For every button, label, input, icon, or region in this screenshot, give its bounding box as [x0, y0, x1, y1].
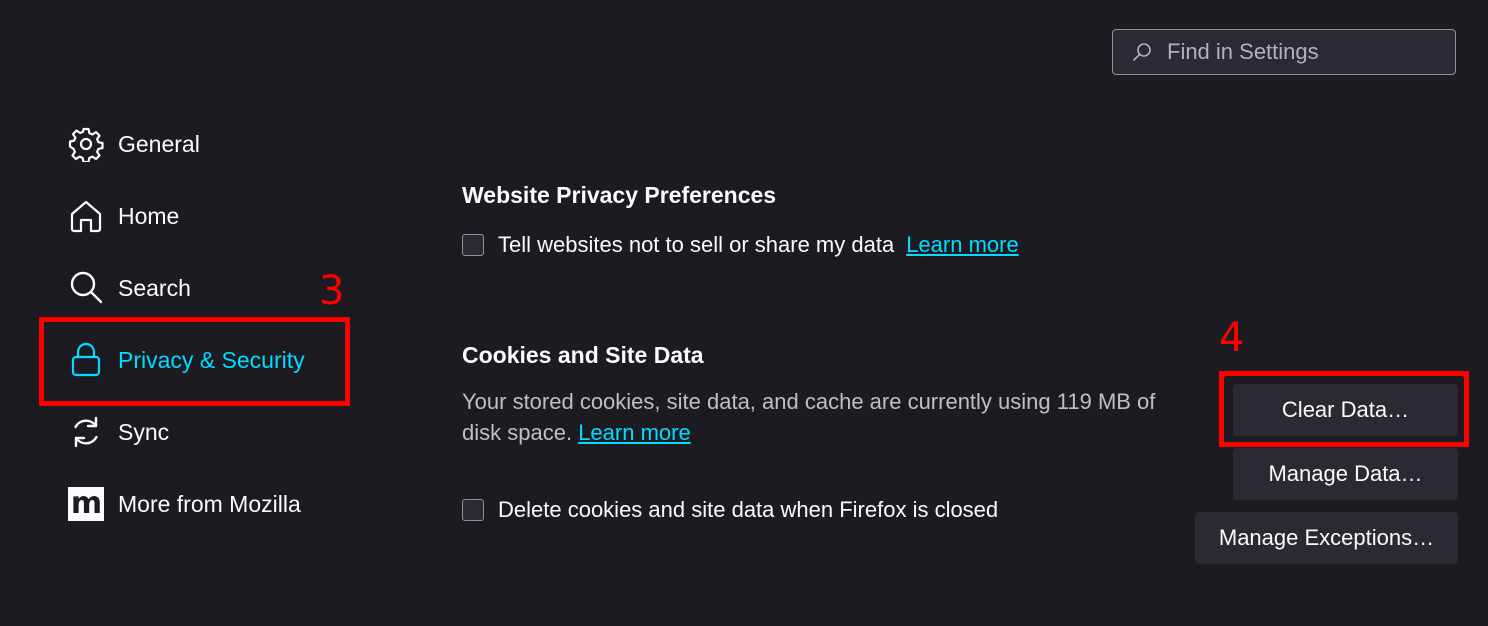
sidebar-item-label: Home — [118, 202, 180, 229]
manage-exceptions-button[interactable]: Manage Exceptions… — [1195, 512, 1458, 564]
sidebar-item-label: Sync — [118, 418, 170, 445]
sidebar-item-label: More from Mozilla — [118, 490, 301, 517]
cookies-description: Your stored cookies, site data, and cach… — [462, 386, 1182, 448]
sidebar-item-label: Search — [118, 274, 191, 301]
sidebar-item-sync[interactable]: Sync — [68, 412, 169, 452]
sidebar-item-general[interactable]: General — [68, 124, 200, 164]
do-not-sell-row: Tell websites not to sell or share my da… — [462, 232, 1019, 258]
sidebar-item-more-from-mozilla[interactable]: m More from Mozilla — [68, 484, 301, 524]
cookies-usage-text: Your stored cookies, site data, and cach… — [462, 389, 1156, 445]
delete-cookies-on-close-checkbox[interactable] — [462, 499, 484, 521]
settings-search-box[interactable] — [1112, 29, 1456, 75]
annotation-step-number: 4 — [1219, 315, 1245, 361]
gear-icon — [68, 126, 104, 162]
learn-more-link[interactable]: Learn more — [578, 420, 691, 445]
delete-cookies-on-close-row: Delete cookies and site data when Firefo… — [462, 497, 998, 523]
sidebar-item-home[interactable]: Home — [68, 196, 179, 236]
section-heading-website-privacy: Website Privacy Preferences — [462, 182, 777, 208]
search-icon — [68, 270, 104, 306]
home-icon — [68, 198, 104, 234]
search-input[interactable] — [1167, 39, 1437, 65]
sync-icon — [68, 414, 104, 450]
sidebar-item-search[interactable]: Search — [68, 268, 191, 308]
annotation-step-number: 3 — [319, 268, 345, 314]
sidebar-item-privacy-security[interactable]: Privacy & Security — [68, 340, 305, 380]
learn-more-link[interactable]: Learn more — [906, 232, 1019, 258]
section-heading-cookies: Cookies and Site Data — [462, 342, 704, 368]
do-not-sell-label[interactable]: Tell websites not to sell or share my da… — [498, 232, 894, 258]
delete-cookies-on-close-label[interactable]: Delete cookies and site data when Firefo… — [498, 497, 998, 523]
do-not-sell-checkbox[interactable] — [462, 234, 484, 256]
search-icon — [1133, 43, 1151, 61]
lock-icon — [68, 342, 104, 378]
sidebar-item-label: Privacy & Security — [118, 346, 305, 373]
manage-data-button[interactable]: Manage Data… — [1233, 448, 1458, 500]
clear-data-button[interactable]: Clear Data… — [1233, 384, 1458, 436]
mozilla-logo-icon: m — [68, 486, 104, 522]
sidebar-item-label: General — [118, 130, 200, 157]
